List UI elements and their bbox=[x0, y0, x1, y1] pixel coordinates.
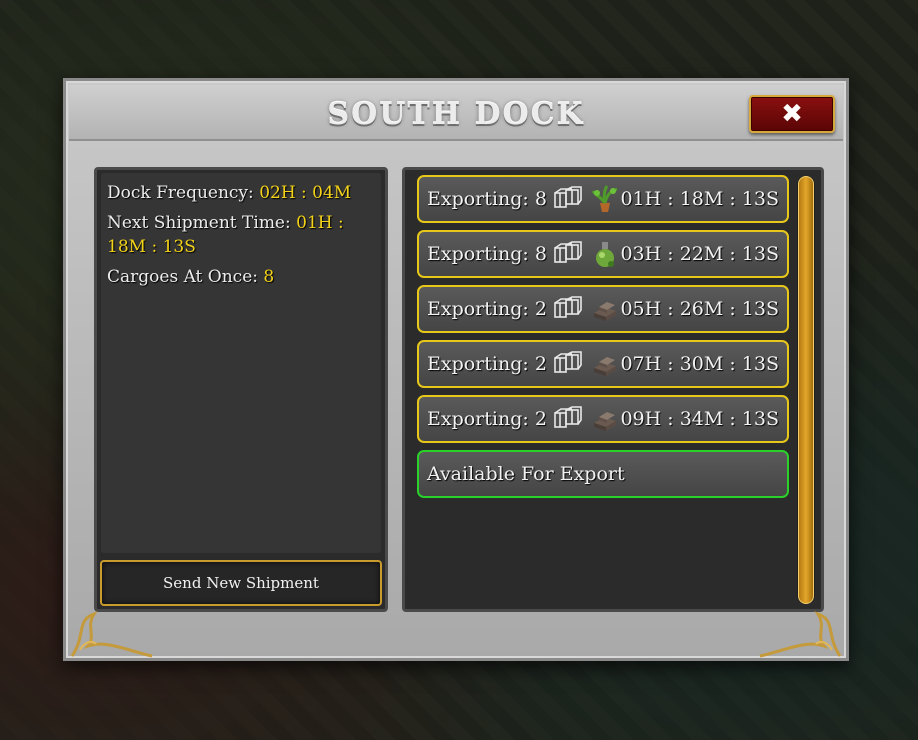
cargoes-label: Cargoes At Once: bbox=[107, 267, 258, 287]
potion-bottle-icon bbox=[591, 240, 619, 268]
iron-ingots-icon bbox=[591, 350, 619, 378]
cargoes-value: 8 bbox=[263, 267, 275, 287]
scroll-thumb[interactable] bbox=[798, 176, 814, 604]
export-label: Exporting: 8 bbox=[427, 243, 547, 265]
dock-info-box: Dock Frequency: 02H : 04M Next Shipment … bbox=[101, 173, 381, 553]
next-shipment-time: Next Shipment Time: 01H : 18M : 13S bbox=[101, 211, 381, 259]
crate-icon bbox=[553, 186, 583, 212]
export-timer: 01H : 18M : 13S bbox=[620, 188, 779, 210]
export-row[interactable]: Exporting: 8 03H : 22M : 13S bbox=[417, 230, 789, 278]
export-timer: 07H : 30M : 13S bbox=[620, 353, 779, 375]
iron-ingots-icon bbox=[591, 295, 619, 323]
cargoes-at-once: Cargoes At Once: 8 bbox=[101, 265, 381, 289]
export-row[interactable]: Exporting: 2 09H : 34M : 13S bbox=[417, 395, 789, 443]
crate-icon bbox=[553, 406, 583, 432]
corner-ornament-right-icon bbox=[759, 611, 842, 658]
iron-ingots-icon bbox=[591, 405, 619, 433]
export-timer: 05H : 26M : 13S bbox=[620, 298, 779, 320]
dock-frequency-value: 02H : 04M bbox=[259, 183, 352, 203]
available-label: Available For Export bbox=[427, 463, 625, 485]
export-label: Exporting: 8 bbox=[427, 188, 547, 210]
send-new-shipment-button[interactable]: Send New Shipment bbox=[100, 560, 382, 606]
dialog-title: SOUTH DOCK bbox=[327, 97, 585, 132]
exports-scrollbar[interactable] bbox=[797, 176, 815, 604]
dock-frequency: Dock Frequency: 02H : 04M bbox=[101, 181, 381, 205]
close-button[interactable]: ✖ bbox=[749, 95, 835, 133]
title-bar: SOUTH DOCK ✖ bbox=[69, 85, 843, 141]
export-row[interactable]: Exporting: 2 05H : 26M : 13S bbox=[417, 285, 789, 333]
crate-icon bbox=[553, 296, 583, 322]
south-dock-dialog: SOUTH DOCK ✖ Dock Frequency: 02H : 04M N… bbox=[63, 78, 849, 661]
exports-panel: Exporting: 8 01H : 18M : 13S Exporting: 8 0… bbox=[402, 167, 824, 612]
export-label: Exporting: 2 bbox=[427, 353, 547, 375]
export-row[interactable]: Exporting: 2 07H : 30M : 13S bbox=[417, 340, 789, 388]
export-timer: 03H : 22M : 13S bbox=[620, 243, 779, 265]
corner-ornament-left-icon bbox=[70, 611, 153, 658]
dock-frequency-label: Dock Frequency: bbox=[107, 183, 254, 203]
dock-info-panel: Dock Frequency: 02H : 04M Next Shipment … bbox=[94, 167, 388, 612]
close-icon: ✖ bbox=[781, 99, 803, 129]
crate-icon bbox=[553, 241, 583, 267]
export-label: Exporting: 2 bbox=[427, 298, 547, 320]
export-label: Exporting: 2 bbox=[427, 408, 547, 430]
plant-pot-icon bbox=[591, 185, 619, 213]
export-timer: 09H : 34M : 13S bbox=[620, 408, 779, 430]
export-row[interactable]: Exporting: 8 01H : 18M : 13S bbox=[417, 175, 789, 223]
crate-icon bbox=[553, 351, 583, 377]
next-shipment-label: Next Shipment Time: bbox=[107, 213, 291, 233]
available-for-export-slot[interactable]: Available For Export bbox=[417, 450, 789, 498]
